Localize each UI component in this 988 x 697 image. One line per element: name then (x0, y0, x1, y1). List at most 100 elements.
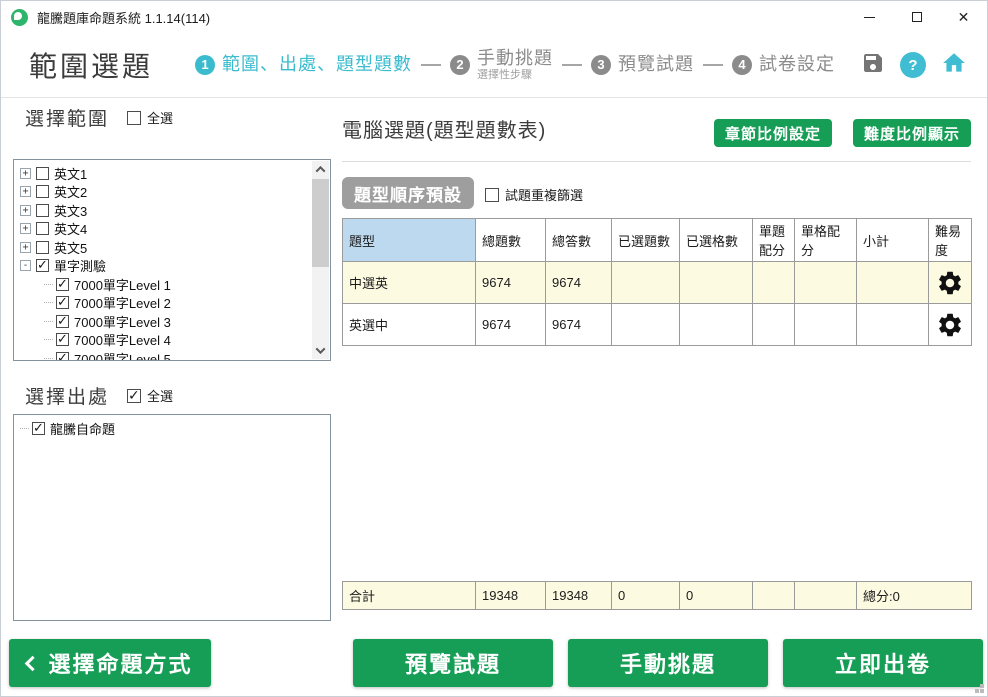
help-button[interactable]: ? (900, 52, 926, 78)
resize-grip[interactable] (980, 689, 984, 693)
totals-cell (795, 582, 857, 610)
generate-button-label: 立即出卷 (835, 647, 931, 679)
table-cell: 中選英 (343, 262, 476, 304)
question-order-preset-button[interactable]: 題型順序預設 (342, 177, 474, 209)
titlebar: 龍騰題庫命題系統 1.1.14(114) ✕ (1, 1, 987, 33)
wizard-step-1[interactable]: 1範圍、出處、題型題數 (195, 55, 412, 75)
tree-item-checkbox[interactable] (36, 259, 49, 272)
tree-item[interactable]: 7000單字Level 2 (14, 294, 330, 313)
tree-item-checkbox[interactable] (56, 315, 69, 328)
tree-item-checkbox[interactable] (36, 222, 49, 235)
tree-item[interactable]: 7000單字Level 4 (14, 331, 330, 350)
step-number-badge: 1 (195, 55, 215, 75)
tree-connector (44, 302, 53, 303)
save-icon (861, 51, 885, 75)
difficulty-ratio-button[interactable]: 難度比例顯示 (853, 119, 971, 147)
range-tree-scrollbar[interactable] (312, 161, 329, 359)
table-cell (795, 262, 857, 304)
column-header: 難易度 (929, 219, 972, 262)
column-header: 總答數 (546, 219, 612, 262)
expand-icon[interactable]: + (20, 242, 31, 253)
range-select-all[interactable]: 全選 (127, 108, 173, 127)
table-cell (612, 304, 680, 346)
step-number-badge: 3 (591, 55, 611, 75)
table-cell: 9674 (546, 304, 612, 346)
range-select-all-label: 全選 (147, 108, 173, 127)
expand-icon[interactable]: + (20, 168, 31, 179)
tree-item[interactable]: +英文3 (14, 201, 330, 220)
tree-item[interactable]: -單字測驗 (14, 257, 330, 276)
tree-item-checkbox[interactable] (32, 422, 45, 435)
scroll-up-button[interactable] (312, 161, 329, 178)
wizard-step-2[interactable]: 2手動挑題選擇性步驟 (450, 49, 553, 81)
tree-item-label: 7000單字Level 3 (74, 312, 171, 331)
generate-exam-button[interactable]: 立即出卷 (783, 639, 983, 687)
maximize-icon (912, 12, 922, 22)
dedupe-checkbox[interactable] (485, 188, 499, 202)
tree-item-checkbox[interactable] (56, 296, 69, 309)
column-header: 單格配分 (795, 219, 857, 262)
preview-questions-button[interactable]: 預覽試題 (353, 639, 553, 687)
tree-item[interactable]: +英文2 (14, 183, 330, 202)
tree-item-label: 7000單字Level 5 (74, 349, 171, 361)
panel-divider (342, 161, 971, 162)
wizard-step-3[interactable]: 3預覽試題 (591, 55, 694, 75)
home-button[interactable] (941, 50, 967, 81)
help-icon: ? (908, 57, 917, 74)
tree-item-checkbox[interactable] (56, 278, 69, 291)
totals-cell: 0 (612, 582, 680, 610)
gear-icon (936, 311, 964, 339)
tree-item-checkbox[interactable] (36, 241, 49, 254)
totals-cell: 0 (680, 582, 753, 610)
table-cell: 9674 (476, 262, 546, 304)
chapter-ratio-button[interactable]: 章節比例設定 (714, 119, 832, 147)
app-logo-icon (11, 9, 28, 26)
window-title: 龍騰題庫命題系統 1.1.14(114) (37, 8, 210, 27)
wizard-step-4[interactable]: 4試卷設定 (732, 55, 835, 75)
gear-icon (936, 269, 964, 297)
table-header-row: 題型總題數總答數已選題數已選格數單題配分單格配分小計難易度 (343, 219, 972, 262)
totals-cell: 19348 (476, 582, 546, 610)
tree-item-checkbox[interactable] (36, 204, 49, 217)
tree-item-label: 7000單字Level 4 (74, 330, 171, 349)
scrollbar-thumb[interactable] (312, 179, 329, 267)
maximize-button[interactable] (893, 1, 940, 33)
tree-item[interactable]: + 英文4 (14, 220, 330, 239)
question-type-row: 英選中96749674 (343, 304, 972, 346)
tree-item[interactable]: 7000單字Level 3 (14, 312, 330, 331)
tree-item[interactable]: 7000單字Level 1 (14, 275, 330, 294)
table-cell (857, 262, 929, 304)
collapse-icon[interactable]: - (20, 260, 31, 271)
tree-item-checkbox[interactable] (56, 333, 69, 346)
expand-icon[interactable]: + (20, 205, 31, 216)
minimize-button[interactable] (846, 1, 893, 33)
expand-icon[interactable]: + (20, 223, 31, 234)
tree-item[interactable]: 龍騰自命題 (14, 419, 330, 438)
back-to-method-button[interactable]: 選擇命題方式 (9, 639, 211, 687)
source-select-all-label: 全選 (147, 386, 173, 405)
expand-icon[interactable]: + (20, 186, 31, 197)
source-select-all[interactable]: 全選 (127, 386, 173, 405)
tree-item-checkbox[interactable] (36, 185, 49, 198)
step-label: 手動挑題 (477, 49, 553, 69)
tree-item-checkbox[interactable] (56, 352, 69, 361)
step-separator (421, 64, 441, 66)
manual-pick-button[interactable]: 手動挑題 (568, 639, 768, 687)
tree-item[interactable]: +英文5 (14, 238, 330, 257)
tree-item-checkbox[interactable] (36, 167, 49, 180)
scroll-down-button[interactable] (312, 342, 329, 359)
difficulty-settings-button[interactable] (929, 262, 972, 304)
tree-item-label: 英文4 (54, 219, 87, 238)
tree-item[interactable]: +英文1 (14, 164, 330, 183)
step-sublabel: 選擇性步驟 (477, 69, 553, 81)
column-header: 單題配分 (753, 219, 795, 262)
close-button[interactable]: ✕ (940, 1, 987, 33)
difficulty-settings-button[interactable] (929, 304, 972, 346)
source-tree: 龍騰自命題 (13, 414, 331, 621)
save-button[interactable] (861, 51, 885, 80)
dedupe-filter[interactable]: 試題重複篩選 (485, 185, 583, 204)
range-select-all-checkbox[interactable] (127, 111, 141, 125)
source-select-all-checkbox[interactable] (127, 389, 141, 403)
tree-item[interactable]: 7000單字Level 5 (14, 349, 330, 361)
tree-connector (44, 358, 53, 359)
